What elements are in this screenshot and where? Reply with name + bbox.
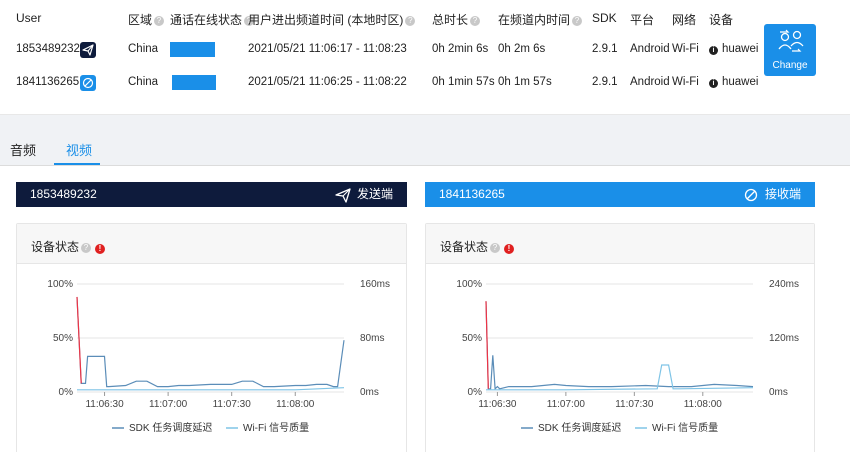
- send-icon: [335, 187, 351, 203]
- header-region: 区域?: [128, 11, 165, 28]
- row-region: China: [128, 76, 159, 88]
- row-platform: Android: [630, 43, 670, 55]
- online-status-bar[interactable]: [170, 42, 215, 57]
- header-online-status: 通话在线状态?: [170, 11, 255, 28]
- receiver-role: 接收端: [743, 182, 801, 207]
- y-right-tick-label: 120ms: [769, 333, 799, 344]
- row-user[interactable]: 1841136265: [16, 76, 79, 88]
- y-left-tick-label: 50%: [462, 333, 482, 344]
- row-device[interactable]: i huawei: [709, 43, 758, 55]
- sender-role: 发送端: [335, 182, 393, 207]
- x-tick-label: 11:06:30: [478, 399, 517, 410]
- sender-role-label: 发送端: [356, 187, 393, 201]
- switch-users-icon: [778, 29, 804, 52]
- row-in-channel-time: 0h 2m 6s: [498, 43, 546, 55]
- content-area: 1853489232 发送端 1841136265 接收端 设备状态?! 0% 5…: [0, 166, 850, 452]
- receiver-header: 1841136265 接收端: [425, 182, 815, 207]
- y-left-tick-label: 50%: [53, 333, 73, 344]
- row-time-range: 2021/05/21 11:06:17 - 11:08:23: [248, 43, 407, 55]
- y-left-tick-label: 100%: [47, 279, 73, 290]
- header-user: User: [16, 11, 42, 25]
- x-tick-label: 11:07:00: [149, 399, 188, 410]
- row-time-range: 2021/05/21 11:06:25 - 11:08:22: [248, 76, 407, 88]
- receiver-user-id: 1841136265: [439, 187, 505, 201]
- row-user[interactable]: 1853489232: [16, 43, 80, 55]
- legend-label: Wi-Fi 信号质量: [652, 422, 718, 434]
- header-platform: 平台: [630, 13, 655, 27]
- y-left-tick-label: 0%: [59, 387, 74, 398]
- info-icon: i: [709, 79, 718, 88]
- x-tick-label: 11:08:00: [684, 399, 723, 410]
- y-right-tick-label: 160ms: [360, 279, 390, 290]
- row-network: Wi-Fi: [672, 76, 699, 88]
- help-icon[interactable]: ?: [154, 16, 165, 26]
- y-right-tick-label: 0ms: [769, 387, 788, 398]
- series-line-wifi: [77, 387, 345, 391]
- help-icon[interactable]: ?: [572, 16, 583, 26]
- x-tick-label: 11:07:30: [213, 399, 252, 410]
- series-line-sdk: [76, 296, 345, 388]
- y-left-tick-label: 100%: [456, 279, 482, 290]
- row-network: Wi-Fi: [672, 43, 699, 55]
- change-button-label: Change: [772, 60, 808, 71]
- help-icon[interactable]: ?: [470, 16, 481, 26]
- sender-user-id: 1853489232: [30, 187, 97, 201]
- receiver-device-chart: 0% 50% 100% 0ms 120ms 240ms 11:06:30 11:07:00 11…: [456, 279, 799, 434]
- header-device: 设备: [709, 13, 734, 27]
- y-left-tick-label: 0%: [468, 387, 483, 398]
- tabs-bar: 音频 视频: [0, 126, 850, 166]
- row-sdk: 2.9.1: [592, 43, 618, 55]
- header-in-channel-time: 在频道内时间?: [498, 11, 583, 28]
- row-in-channel-time: 0h 1m 57s: [498, 76, 552, 88]
- row-total-duration: 0h 2min 6s: [432, 43, 489, 55]
- x-tick-label: 11:07:30: [615, 399, 654, 410]
- row-sdk: 2.9.1: [592, 76, 618, 88]
- sender-header: 1853489232 发送端: [16, 182, 407, 207]
- info-icon: i: [709, 46, 718, 55]
- sender-device-status-panel: 设备状态?! 0% 50% 100% 0ms 80ms 160ms 11:06:30 11:0…: [16, 223, 407, 452]
- change-button[interactable]: Change: [764, 24, 816, 76]
- row-region: China: [128, 43, 159, 55]
- legend-label: SDK 任务调度延迟: [538, 421, 621, 434]
- x-tick-label: 11:07:00: [547, 399, 586, 410]
- header-enter-exit-time: 用户进出频道时间 (本地时区)?: [248, 11, 416, 28]
- receive-icon: [80, 75, 96, 91]
- spike-segment: [485, 301, 489, 389]
- tab-audio[interactable]: 音频: [10, 140, 36, 159]
- series-line-sdk: [485, 301, 754, 391]
- receiver-device-status-panel: 设备状态?! 0% 50% 100% 0ms 120ms 240ms 11:06:30 11:…: [425, 223, 815, 452]
- help-icon[interactable]: ?: [405, 16, 416, 26]
- sender-device-chart: 0% 50% 100% 0ms 80ms 160ms 11:06:30 11:07:00 11:…: [47, 279, 390, 434]
- row-total-duration: 0h 1min 57s: [432, 76, 495, 88]
- header-sdk: SDK: [592, 11, 617, 25]
- header-total-duration: 总时长?: [432, 11, 481, 28]
- receive-icon: [744, 188, 758, 201]
- spike-segment: [76, 296, 82, 384]
- x-tick-label: 11:08:00: [276, 399, 315, 410]
- x-tick-label: 11:06:30: [85, 399, 124, 410]
- y-right-tick-label: 0ms: [360, 387, 379, 398]
- legend-label: Wi-Fi 信号质量: [243, 422, 309, 434]
- row-device[interactable]: i huawei: [709, 76, 758, 88]
- active-tab-indicator: [54, 163, 100, 165]
- send-icon: [80, 42, 96, 58]
- receiver-role-label: 接收端: [764, 187, 801, 201]
- y-right-tick-label: 240ms: [769, 279, 799, 290]
- header-network: 网络: [672, 13, 697, 27]
- y-right-tick-label: 80ms: [360, 333, 384, 344]
- row-platform: Android: [630, 76, 670, 88]
- tab-video[interactable]: 视频: [66, 140, 92, 159]
- user-table: User 区域? 通话在线状态? 用户进出频道时间 (本地时区)? 总时长? 在…: [0, 0, 850, 115]
- legend-label: SDK 任务调度延迟: [129, 421, 212, 434]
- online-status-bar[interactable]: [172, 75, 217, 90]
